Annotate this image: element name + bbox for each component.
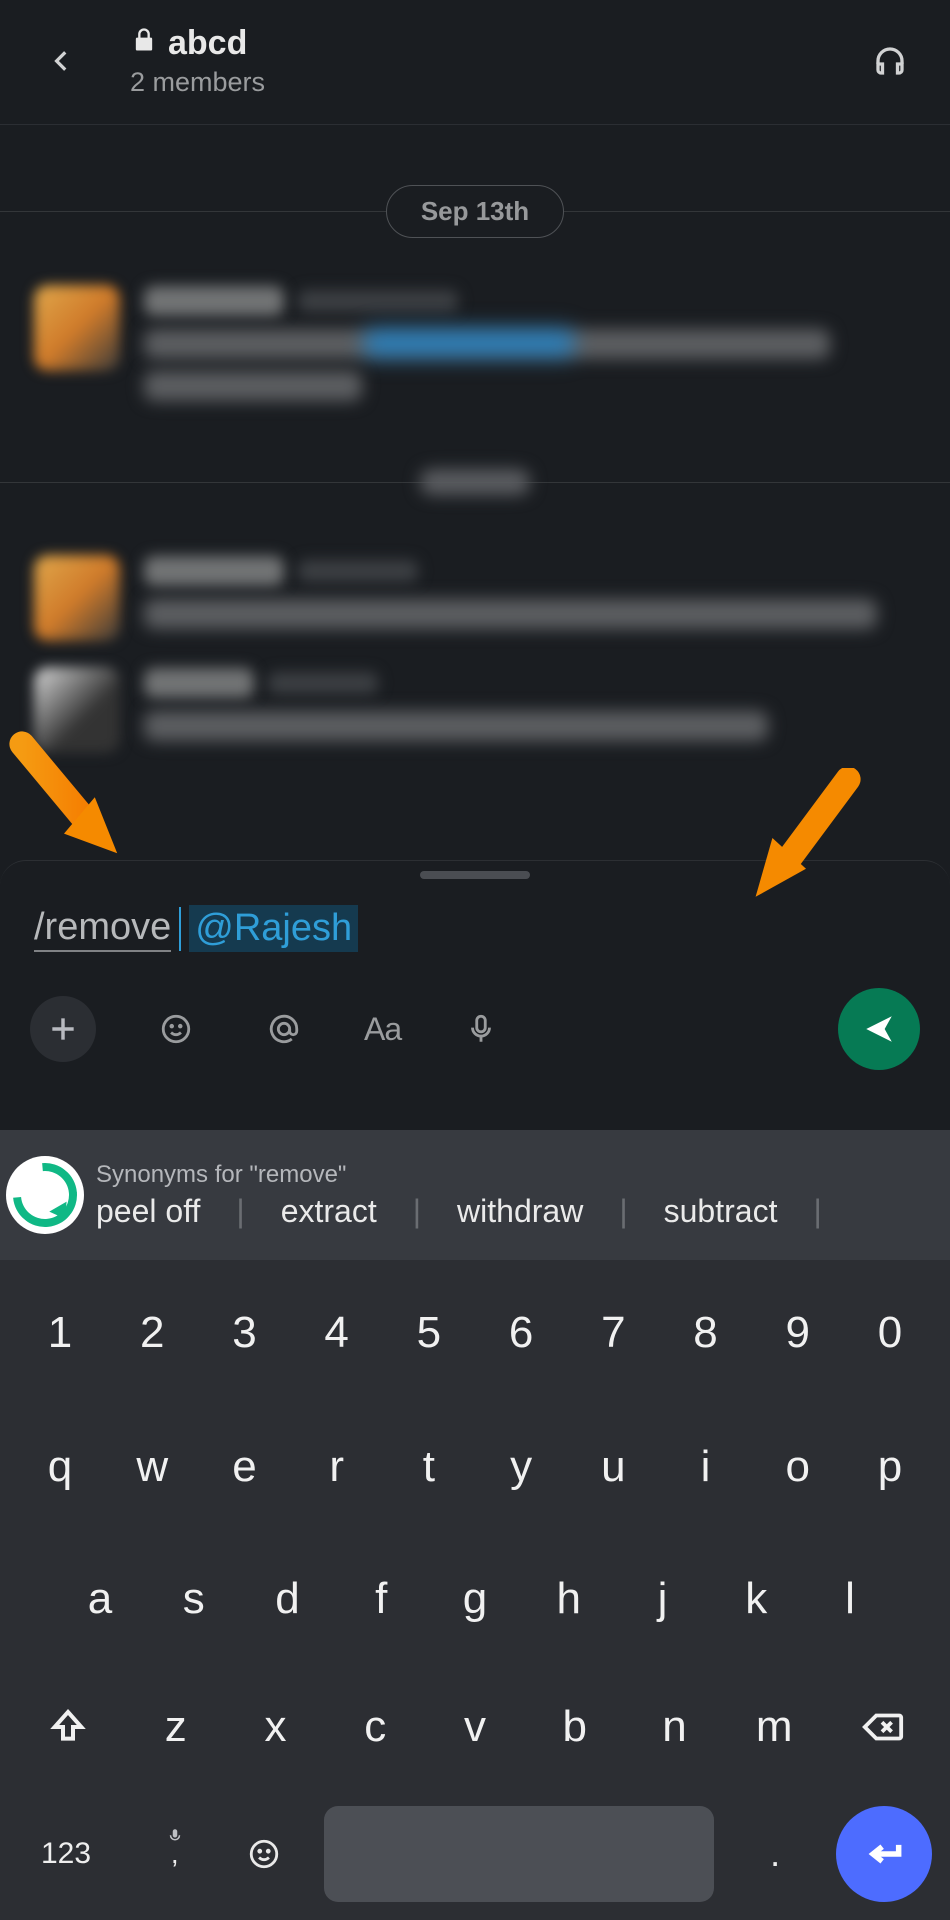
date-divider[interactable]: Sep 13th bbox=[0, 185, 950, 237]
emoji-button[interactable] bbox=[148, 1001, 204, 1057]
key[interactable]: a bbox=[58, 1554, 142, 1644]
key[interactable]: k bbox=[714, 1554, 798, 1644]
key[interactable]: y bbox=[479, 1422, 563, 1512]
key[interactable]: q bbox=[18, 1422, 102, 1512]
key[interactable]: f bbox=[339, 1554, 423, 1644]
send-button[interactable] bbox=[838, 988, 920, 1070]
text-caret bbox=[179, 907, 181, 951]
enter-key[interactable] bbox=[836, 1806, 932, 1902]
key[interactable]: r bbox=[295, 1422, 379, 1512]
key[interactable]: 1 bbox=[18, 1288, 102, 1378]
lock-icon bbox=[130, 24, 158, 63]
key[interactable]: 9 bbox=[756, 1288, 840, 1378]
key[interactable]: s bbox=[152, 1554, 236, 1644]
key[interactable]: i bbox=[664, 1422, 748, 1512]
back-button[interactable] bbox=[38, 37, 86, 85]
key-row: z x c v b n m bbox=[0, 1682, 950, 1772]
key[interactable]: w bbox=[110, 1422, 194, 1512]
key[interactable]: x bbox=[234, 1682, 318, 1772]
emoji-key[interactable] bbox=[236, 1826, 292, 1882]
suggestion-bar: Synonyms for "remove" peel off | extract… bbox=[0, 1130, 950, 1260]
shift-key[interactable] bbox=[18, 1682, 118, 1772]
key[interactable]: 2 bbox=[110, 1288, 194, 1378]
suggestion-item[interactable]: peel off bbox=[96, 1193, 200, 1230]
mention-chip: @Rajesh bbox=[189, 905, 358, 952]
key[interactable]: 7 bbox=[571, 1288, 655, 1378]
key-row: q w e r t y u i o p bbox=[0, 1422, 950, 1512]
key[interactable]: 8 bbox=[664, 1288, 748, 1378]
separator: | bbox=[619, 1193, 627, 1230]
key-row: 1 2 3 4 5 6 7 8 9 0 bbox=[0, 1288, 950, 1378]
separator: | bbox=[413, 1193, 421, 1230]
comma-key[interactable]: , bbox=[147, 1838, 203, 1870]
attach-button[interactable] bbox=[30, 996, 96, 1062]
backspace-key[interactable] bbox=[832, 1682, 932, 1772]
mic-icon bbox=[166, 1820, 184, 1852]
key[interactable]: m bbox=[732, 1682, 816, 1772]
avatar bbox=[34, 667, 120, 753]
huddle-button[interactable] bbox=[866, 37, 914, 85]
soft-keyboard: Synonyms for "remove" peel off | extract… bbox=[0, 1130, 950, 1920]
key[interactable]: c bbox=[333, 1682, 417, 1772]
grammarly-icon[interactable] bbox=[6, 1156, 84, 1234]
channel-subtitle: 2 members bbox=[130, 67, 866, 98]
message-composer: /remove @Rajesh Aa bbox=[0, 860, 950, 1098]
key[interactable]: 6 bbox=[479, 1288, 563, 1378]
channel-name: abcd bbox=[168, 24, 247, 63]
composer-toolbar: Aa bbox=[0, 956, 950, 1098]
message-list[interactable]: Sep 13th bbox=[0, 125, 950, 771]
mention-button[interactable] bbox=[256, 1001, 312, 1057]
key[interactable]: h bbox=[527, 1554, 611, 1644]
channel-header: abcd 2 members bbox=[0, 0, 950, 125]
command-text: /remove bbox=[34, 906, 171, 952]
separator: | bbox=[236, 1193, 244, 1230]
key[interactable]: n bbox=[633, 1682, 717, 1772]
key[interactable]: p bbox=[848, 1422, 932, 1512]
key[interactable]: t bbox=[387, 1422, 471, 1512]
avatar bbox=[34, 555, 120, 641]
key-row: 123 , . bbox=[0, 1806, 950, 1902]
key[interactable]: b bbox=[533, 1682, 617, 1772]
audio-button[interactable] bbox=[453, 1001, 509, 1057]
channel-title-block[interactable]: abcd 2 members bbox=[130, 24, 866, 98]
separator: | bbox=[813, 1193, 821, 1230]
avatar bbox=[34, 285, 120, 371]
format-button[interactable]: Aa bbox=[364, 1011, 401, 1048]
key[interactable]: l bbox=[808, 1554, 892, 1644]
key[interactable]: d bbox=[246, 1554, 330, 1644]
period-key[interactable]: . bbox=[747, 1833, 803, 1875]
key[interactable]: o bbox=[756, 1422, 840, 1512]
suggestion-item[interactable]: subtract bbox=[664, 1193, 778, 1230]
key[interactable]: 3 bbox=[202, 1288, 286, 1378]
key[interactable]: u bbox=[571, 1422, 655, 1512]
suggestion-title: Synonyms for "remove" bbox=[96, 1161, 950, 1189]
date-divider bbox=[0, 459, 950, 505]
key[interactable]: j bbox=[621, 1554, 705, 1644]
message-row bbox=[0, 277, 950, 431]
suggestion-item[interactable]: extract bbox=[281, 1193, 377, 1230]
key[interactable]: v bbox=[433, 1682, 517, 1772]
message-input[interactable]: /remove @Rajesh bbox=[0, 895, 950, 956]
symbols-key[interactable]: 123 bbox=[18, 1837, 114, 1871]
message-row bbox=[0, 547, 950, 659]
message-row bbox=[0, 659, 950, 771]
date-pill[interactable]: Sep 13th bbox=[386, 185, 564, 238]
space-key[interactable] bbox=[324, 1806, 714, 1902]
drag-handle[interactable] bbox=[420, 871, 530, 879]
key[interactable]: 0 bbox=[848, 1288, 932, 1378]
key[interactable]: 4 bbox=[295, 1288, 379, 1378]
key[interactable]: g bbox=[433, 1554, 517, 1644]
key[interactable]: 5 bbox=[387, 1288, 471, 1378]
key[interactable]: e bbox=[202, 1422, 286, 1512]
key[interactable]: z bbox=[134, 1682, 218, 1772]
suggestion-item[interactable]: withdraw bbox=[457, 1193, 583, 1230]
key-row: a s d f g h j k l bbox=[0, 1554, 950, 1644]
